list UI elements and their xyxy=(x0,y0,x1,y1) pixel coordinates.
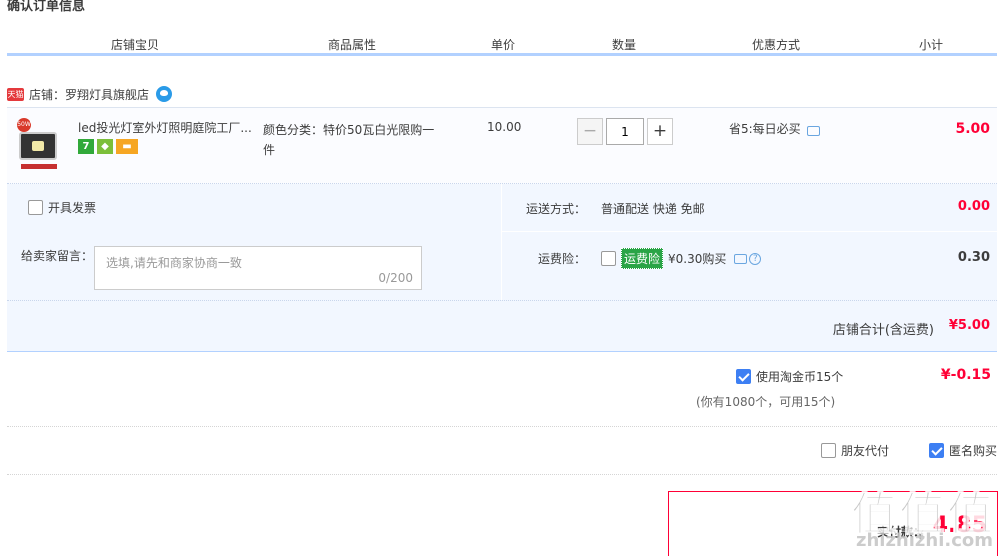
shop-total-label: 店铺合计(含运费) xyxy=(832,323,934,338)
decrease-button[interactable]: − xyxy=(577,118,603,145)
invoice-option[interactable]: 开具发票 xyxy=(23,199,96,216)
coin-checkbox[interactable] xyxy=(736,369,751,384)
comment-icon[interactable] xyxy=(734,253,748,264)
message-label: 给卖家留言： xyxy=(21,249,94,263)
item-subtotal: 5.00 xyxy=(955,121,990,137)
shipping-fee: 0.00 xyxy=(957,199,990,214)
insurance-value: 0.30 xyxy=(957,250,990,265)
anonymous-label: 匿名购买 xyxy=(949,444,998,458)
comment-icon[interactable] xyxy=(806,125,820,136)
anonymous-checkbox[interactable] xyxy=(929,443,944,458)
column-subtotal: 小计 xyxy=(919,38,944,52)
help-icon[interactable]: ? xyxy=(749,252,762,265)
quantity-stepper: − + xyxy=(577,118,673,145)
order-options: 开具发票 给卖家留言： 选填,请先和商家协商一致 0/200 运送方式： 普通配… xyxy=(7,184,997,300)
wattage-badge: 50W xyxy=(17,118,31,132)
message-counter: 0/200 xyxy=(378,271,413,285)
friend-pay-checkbox[interactable] xyxy=(821,443,836,458)
shop-total-value: ¥5.00 xyxy=(948,318,990,333)
discount-text: 省5:每日必买 xyxy=(729,122,801,136)
quantity-input[interactable] xyxy=(606,118,644,145)
insurance-price: ¥0.30购买 xyxy=(668,252,727,266)
anonymous-option[interactable]: 匿名购买 xyxy=(929,442,997,459)
taojinbi-option[interactable]: 使用淘金币15个 xyxy=(736,368,843,385)
product-name-link[interactable]: led投光灯室外灯照明庭院工厂... xyxy=(78,119,258,136)
product-thumbnail[interactable]: 50W xyxy=(17,118,59,169)
invoice-label: 开具发票 xyxy=(48,201,97,215)
shipping-method: 普通配送 快递 免邮 xyxy=(601,202,705,216)
coin-label: 使用淘金币15个 xyxy=(756,370,844,384)
discount-info: 省5:每日必买 xyxy=(729,120,820,137)
coin-deduction: ¥-0.15 xyxy=(940,367,991,383)
invoice-checkbox[interactable] xyxy=(28,200,43,215)
order-item-row: 50W led投光灯室外灯照明庭院工厂... 7 ◆ ▬ 颜色分类：特价50瓦白… xyxy=(7,107,997,184)
coin-availability: (你有1080个，可用15个) xyxy=(696,395,836,409)
unit-price: 10.00 xyxy=(487,120,522,134)
page-title: 确认订单信息 xyxy=(7,0,86,14)
friend-pay-option[interactable]: 朋友代付 xyxy=(821,442,889,459)
column-attributes: 商品属性 xyxy=(328,38,377,52)
shipping-label: 运送方式： xyxy=(526,202,587,216)
seven-day-return-icon[interactable]: 7 xyxy=(78,139,94,154)
column-header: 店铺宝贝 商品属性 单价 数量 优惠方式 小计 xyxy=(7,34,997,56)
column-unit-price: 单价 xyxy=(491,38,516,52)
wangwang-chat-icon[interactable] xyxy=(156,86,173,102)
service-icons: 7 ◆ ▬ xyxy=(78,139,138,154)
insurance-option: 运费险 ¥0.30购买 ? xyxy=(601,248,762,269)
shop-line: 天猫 店铺：罗翔灯具旗舰店 xyxy=(7,85,173,103)
shop-total: 店铺合计(含运费) ¥5.00 xyxy=(7,300,997,352)
column-discount: 优惠方式 xyxy=(752,38,801,52)
divider xyxy=(7,426,997,427)
shop-name[interactable]: 店铺：罗翔灯具旗舰店 xyxy=(29,86,149,103)
thumbnail-banner xyxy=(21,164,57,169)
card-icon[interactable]: ▬ xyxy=(116,139,138,154)
shield-icon[interactable]: ◆ xyxy=(97,139,113,154)
insurance-help: ? xyxy=(734,252,762,265)
column-shop-item: 店铺宝贝 xyxy=(111,38,160,52)
product-property: 颜色分类：特价50瓦白光限购一件 xyxy=(263,123,435,157)
watermark-url: zhizhizhi.com xyxy=(855,530,993,551)
message-field[interactable]: 选填,请先和商家协商一致 0/200 xyxy=(94,246,422,290)
increase-button[interactable]: + xyxy=(647,118,673,145)
column-quantity: 数量 xyxy=(612,38,637,52)
insurance-checkbox[interactable] xyxy=(601,251,616,266)
tmall-icon: 天猫 xyxy=(7,87,24,101)
divider xyxy=(501,184,502,300)
divider xyxy=(7,474,997,475)
floodlight-image xyxy=(19,132,57,160)
watermark: 值值值 zhizhizhi.com xyxy=(849,478,999,556)
friend-pay-label: 朋友代付 xyxy=(841,444,890,458)
message-placeholder: 选填,请先和商家协商一致 xyxy=(106,256,242,270)
divider xyxy=(501,231,997,232)
insurance-label: 运费险： xyxy=(538,252,587,266)
insurance-tag: 运费险 xyxy=(621,248,664,269)
